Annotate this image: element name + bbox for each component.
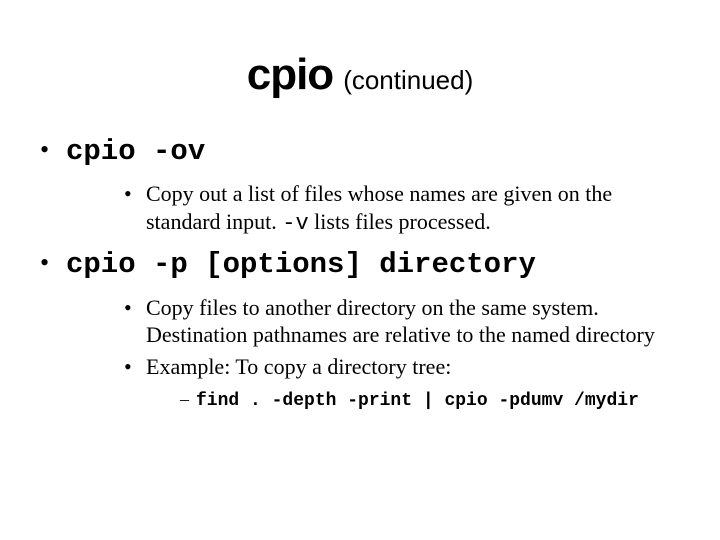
- command-text: cpio -ov: [66, 135, 205, 168]
- bullet-list: cpio -ov Copy out a list of files whose …: [40, 134, 680, 413]
- slide: cpio (continued) cpio -ov Copy out a lis…: [0, 0, 720, 540]
- slide-title: cpio (continued): [40, 50, 680, 100]
- desc-text: Copy files to another directory on the s…: [146, 295, 655, 348]
- sub-sub-list: find . -depth -print | cpio -pdumv /mydi…: [146, 388, 680, 413]
- desc-text: Example: To copy a directory tree:: [146, 354, 451, 379]
- example-code: find . -depth -print | cpio -pdumv /mydi…: [196, 391, 639, 411]
- list-item: cpio -p [options] directory Copy files t…: [40, 247, 680, 413]
- inline-code: -v: [282, 211, 308, 236]
- sub-list: Copy files to another directory on the s…: [66, 294, 680, 414]
- list-item: cpio -ov Copy out a list of files whose …: [40, 134, 680, 237]
- list-item: find . -depth -print | cpio -pdumv /mydi…: [180, 388, 680, 413]
- command-text: cpio -p [options] directory: [66, 248, 536, 281]
- title-suffix: (continued): [343, 65, 473, 95]
- title-main: cpio: [247, 50, 333, 99]
- desc-text: lists files processed.: [309, 209, 491, 234]
- list-item: Copy out a list of files whose names are…: [124, 180, 680, 237]
- list-item: Copy files to another directory on the s…: [124, 294, 680, 349]
- sub-list: Copy out a list of files whose names are…: [66, 180, 680, 237]
- list-item: Example: To copy a directory tree: find …: [124, 353, 680, 414]
